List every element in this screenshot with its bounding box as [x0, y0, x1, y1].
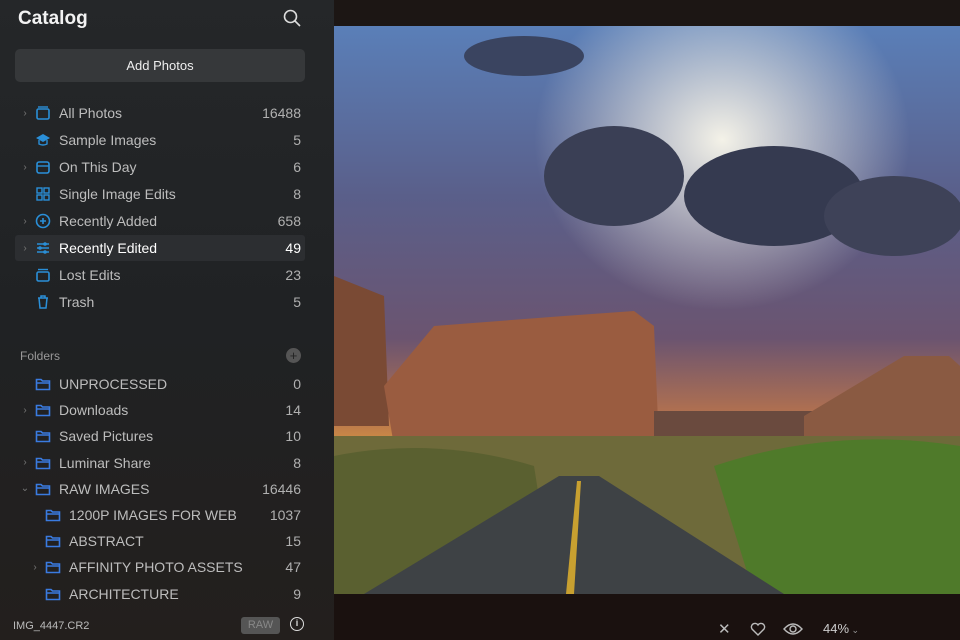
folder-item-architecture[interactable]: ARCHITECTURE 9 [15, 581, 305, 607]
chevron-down-icon: ⌄ [849, 625, 860, 635]
folder-item-affinity-photo-assets[interactable]: › AFFINITY PHOTO ASSETS 47 [15, 554, 305, 580]
calendar-icon [36, 161, 50, 174]
catalog-item-on-this-day[interactable]: › On This Day 6 [15, 154, 305, 180]
catalog-item-count: 658 [277, 213, 301, 229]
folder-item-abstract[interactable]: ABSTRACT 15 [15, 528, 305, 554]
folder-icon [35, 431, 51, 443]
catalog-item-recently-added[interactable]: › Recently Added 658 [15, 208, 305, 234]
catalog-item-label: Recently Edited [59, 240, 158, 256]
catalog-title: Catalog [18, 8, 88, 29]
catalog-item-recently-edited[interactable]: › Recently Edited 49 [15, 235, 305, 261]
chevron-right-icon[interactable]: › [19, 405, 31, 416]
reject-icon[interactable]: ✕ [718, 620, 731, 638]
folder-item-raw-images[interactable]: ⌄ RAW IMAGES 16446 [15, 476, 305, 502]
folder-icon [35, 404, 51, 417]
folder-icon [35, 457, 51, 469]
zoom-level: 44% [823, 621, 850, 636]
catalog-item-count: 6 [293, 159, 301, 175]
folder-label: ARCHITECTURE [69, 585, 179, 602]
folder-icon [45, 562, 61, 574]
folder-label: ABSTRACT [69, 533, 144, 550]
chevron-right-icon[interactable]: › [19, 457, 31, 468]
zoom-level-dropdown[interactable]: 44% ⌄ [823, 621, 859, 636]
grid-icon [36, 187, 50, 201]
catalog-item-label: All Photos [59, 105, 123, 121]
folder-icon [45, 535, 61, 548]
folder-icon [35, 378, 51, 391]
chevron-right-icon[interactable]: › [19, 243, 31, 254]
chevron-right-icon[interactable]: › [19, 162, 31, 173]
folder-label: Saved Pictures [59, 428, 154, 445]
folders-heading: Folders [20, 349, 61, 363]
catalog-item-count: 5 [293, 132, 301, 148]
catalog-item-lost-edits[interactable]: Lost Edits 23 [15, 262, 305, 288]
photo-preview [334, 26, 960, 594]
folder-count: 15 [285, 533, 301, 550]
folder-item-downloads[interactable]: › Downloads 14 [15, 397, 305, 423]
plus-circle-icon [35, 213, 51, 229]
folder-item-luminar-share[interactable]: › Luminar Share 8 [15, 450, 305, 476]
catalog-item-all-photos[interactable]: › All Photos 16488 [15, 100, 305, 126]
add-photos-button[interactable]: Add Photos [15, 49, 305, 82]
add-folder-button[interactable]: + [286, 348, 301, 363]
chevron-down-icon[interactable]: ⌄ [19, 483, 31, 494]
catalog-item-label: Recently Added [59, 213, 158, 229]
folder-label: Downloads [59, 402, 129, 419]
folder-count: 1037 [269, 507, 301, 523]
info-icon[interactable]: i [290, 617, 304, 631]
graduation-cap-icon [36, 134, 50, 146]
catalog-item-count: 8 [293, 186, 301, 202]
chevron-right-icon[interactable]: › [19, 216, 31, 227]
folder-item-1200p-images-for-web[interactable]: 1200P IMAGES FOR WEB 1037 [15, 502, 305, 528]
catalog-sidebar: Catalog Add Photos › All Photos 16488 Sa… [0, 0, 334, 640]
folder-item-unprocessed[interactable]: UNPROCESSED 0 [15, 371, 305, 397]
folder-label: 1200P IMAGES FOR WEB [69, 507, 237, 523]
catalog-item-single-image-edits[interactable]: Single Image Edits 8 [15, 181, 305, 207]
heart-icon[interactable] [750, 622, 766, 636]
folder-count: 10 [285, 428, 301, 445]
folder-count: 14 [285, 402, 301, 419]
folder-item-saved-pictures[interactable]: Saved Pictures 10 [15, 423, 305, 449]
eye-icon[interactable] [783, 622, 803, 636]
catalog-item-count: 49 [285, 240, 301, 256]
catalog-item-label: Single Image Edits [59, 186, 176, 202]
folder-label: AFFINITY PHOTO ASSETS [69, 559, 243, 576]
trash-icon [38, 295, 48, 309]
folder-count: 16446 [262, 480, 301, 497]
folder-icon [35, 483, 51, 496]
folder-count: 9 [293, 585, 301, 602]
catalog-item-trash[interactable]: Trash 5 [15, 289, 305, 315]
catalog-item-label: Sample Images [59, 132, 157, 148]
catalog-item-count: 16488 [262, 105, 301, 121]
catalog-item-label: Lost Edits [59, 267, 121, 283]
catalog-item-count: 5 [293, 294, 301, 310]
catalog-item-sample-images[interactable]: Sample Images 5 [15, 127, 305, 153]
chevron-right-icon[interactable]: › [19, 108, 31, 119]
folder-icon [45, 509, 61, 522]
catalog-item-count: 23 [285, 267, 301, 283]
catalog-item-label: On This Day [59, 159, 137, 175]
album-icon [36, 268, 50, 282]
folder-label: UNPROCESSED [59, 376, 168, 392]
chevron-right-icon[interactable]: › [29, 562, 41, 573]
search-icon[interactable] [282, 8, 302, 28]
folder-label: Luminar Share [59, 454, 151, 471]
filename: IMG_4447.CR2 [13, 620, 90, 632]
raw-badge: RAW [241, 617, 280, 634]
viewer-toolbar [334, 594, 960, 640]
folder-count: 0 [293, 376, 301, 392]
sliders-icon [37, 242, 49, 254]
catalog-item-label: Trash [59, 294, 95, 310]
folder-label: RAW IMAGES [59, 480, 150, 497]
folder-count: 8 [293, 454, 301, 471]
all-photos-icon [36, 106, 50, 120]
folder-icon [45, 588, 61, 600]
folder-count: 47 [285, 559, 301, 576]
